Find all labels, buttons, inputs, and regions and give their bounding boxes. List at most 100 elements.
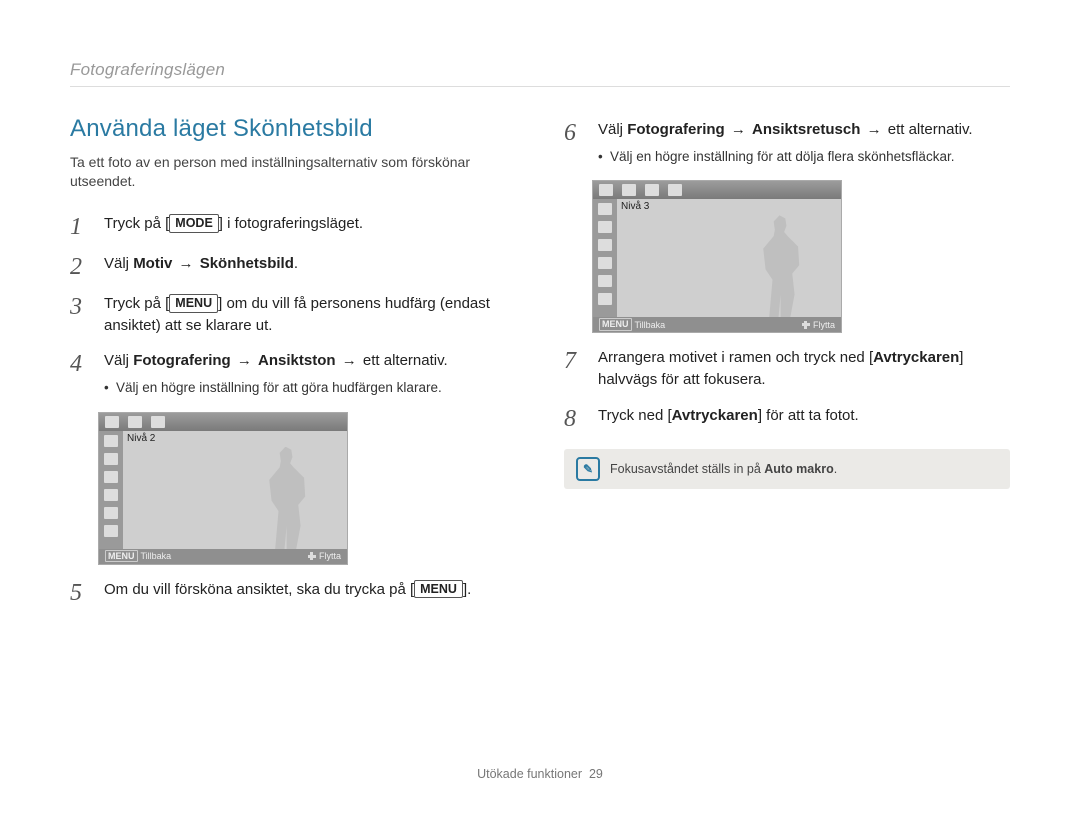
lcd-back-label: Tillbaka [141,551,172,561]
bold: Motiv [133,255,172,272]
step-7: 7 Arrangera motivet i ramen och tryck ne… [564,347,1010,391]
camera-lcd-preview: Nivå 3 MENUTillbaka Flytta [592,180,842,333]
step-text: Välj [104,352,133,369]
lcd-side-bar [593,199,617,317]
retouch-level-1-icon [599,184,613,196]
dpad-icon [308,552,316,560]
quality-icon [104,489,118,501]
step-number: 7 [564,347,584,373]
step-text: ett alternativ. [363,352,448,369]
person-silhouette-icon [258,447,316,549]
step-text: . [294,255,298,272]
step-text: ]. [463,581,471,598]
note-text: . [834,462,837,476]
step-6: 6 Välj Fotografering → Ansiktsretusch → … [564,119,1010,166]
beauty-tone-icon [104,435,118,447]
voice-off-icon [598,293,612,305]
lcd-top-bar [593,181,841,199]
quality-icon [598,257,612,269]
lcd-bottom-bar: MENUTillbaka Flytta [99,549,347,564]
lcd-move-label: Flytta [813,320,835,330]
bold: Ansiktston [258,352,336,369]
lcd-canvas: Nivå 2 [123,431,347,549]
breadcrumb: Fotograferingslägen [70,60,1010,80]
bold: Avtryckaren [873,349,959,366]
lcd-bottom-bar: MENUTillbaka Flytta [593,317,841,332]
camera-lcd-preview: Nivå 2 MENUTillbaka Flytta [98,412,348,565]
lcd-move-label: Flytta [319,551,341,561]
menu-key-icon: MENU [599,318,632,331]
note-text: Fokusavståndet ställs in på [610,462,764,476]
info-icon: ✎ [576,457,600,481]
arrow-icon: → [231,352,258,369]
step-number: 2 [70,253,90,279]
step-text: Välj [104,255,133,272]
menu-key: MENU [414,580,463,599]
person-silhouette-icon [752,215,810,317]
step-number: 1 [70,213,90,239]
voice-off-icon [104,525,118,537]
focus-icon [104,453,118,465]
step-text: Arrangera motivet i ramen och tryck ned … [598,349,873,366]
step-text: Välj [598,121,627,138]
retouch-level-3-icon [645,184,659,196]
step-number: 4 [70,350,90,376]
step-4: 4 Välj Fotografering → Ansiktston → ett … [70,350,516,397]
arrow-icon: → [336,352,363,369]
right-column: 6 Välj Fotografering → Ansiktsretusch → … [564,105,1010,619]
page-footer: Utökade funktioner 29 [0,767,1080,781]
resolution-icon [598,239,612,251]
arrow-icon: → [725,121,752,138]
bold: Skönhetsbild [200,255,294,272]
bold: Auto makro [764,462,833,476]
lcd-side-bar [99,431,123,549]
mode-key: MODE [169,214,219,233]
page-number: 29 [589,767,603,781]
step-text: ett alternativ. [888,121,973,138]
menu-key: MENU [169,294,218,313]
bold: Fotografering [627,121,725,138]
step-text: Tryck på [ [104,215,169,232]
info-note: ✎ Fokusavståndet ställs in på Auto makro… [564,449,1010,489]
left-column: Använda läget Skönhetsbild Ta ett foto a… [70,105,516,619]
dpad-icon [802,321,810,329]
menu-key-icon: MENU [105,550,138,563]
step-text: ] i fotograferingsläget. [219,215,363,232]
divider [70,86,1010,87]
step-text: Om du vill försköna ansiktet, ska du try… [104,581,414,598]
sub-bullet: Välj en högre inställning för att göra h… [104,378,448,398]
step-number: 6 [564,119,584,145]
resolution-icon [104,471,118,483]
step-1: 1 Tryck på [MODE] i fotograferingsläget. [70,213,516,239]
step-2: 2 Välj Motiv → Skönhetsbild. [70,253,516,279]
step-number: 3 [70,293,90,319]
bold: Avtryckaren [672,407,758,424]
step-text: Tryck på [ [104,295,169,312]
step-number: 5 [70,579,90,605]
face-level-1-icon [105,416,119,428]
arrow-icon: → [860,121,887,138]
face-level-3-icon [151,416,165,428]
step-3: 3 Tryck på [MENU] om du vill få personen… [70,293,516,337]
step-text: ] för att ta fotot. [758,407,859,424]
footer-section-label: Utökade funktioner [477,767,582,781]
bold: Ansiktsretusch [752,121,860,138]
lcd-back-label: Tillbaka [635,320,666,330]
section-title: Använda läget Skönhetsbild [70,115,516,143]
intro-text: Ta ett foto av en person med inställning… [70,153,516,191]
step-5: 5 Om du vill försköna ansiktet, ska du t… [70,579,516,605]
bold: Fotografering [133,352,231,369]
arrow-icon: → [172,255,199,272]
step-8: 8 Tryck ned [Avtryckaren] för att ta fot… [564,405,1010,431]
lcd-top-bar [99,413,347,431]
metering-icon [598,275,612,287]
focus-icon [598,221,612,233]
beauty-retouch-icon [598,203,612,215]
retouch-level-4-icon [668,184,682,196]
lcd-level-label: Nivå 2 [127,433,155,444]
step-text: Tryck ned [ [598,407,672,424]
sub-bullet: Välj en högre inställning för att dölja … [598,147,973,167]
step-number: 8 [564,405,584,431]
face-level-2-icon [128,416,142,428]
retouch-level-2-icon [622,184,636,196]
